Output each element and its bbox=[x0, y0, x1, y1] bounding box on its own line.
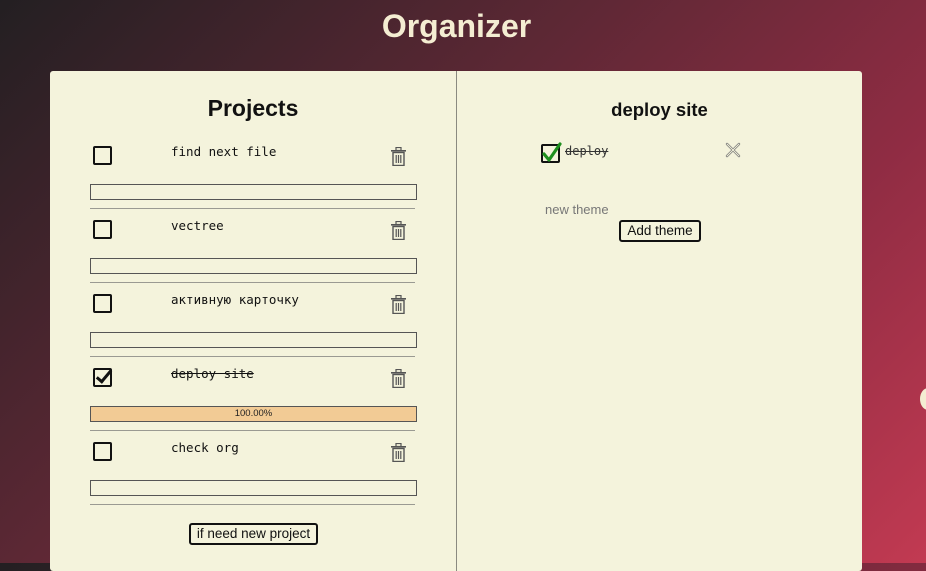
project-separator bbox=[90, 504, 415, 505]
project-separator bbox=[90, 282, 415, 283]
trash-icon[interactable] bbox=[390, 295, 407, 314]
add-theme-button[interactable]: Add theme bbox=[619, 220, 701, 242]
project-progress-bar bbox=[90, 258, 417, 274]
progress-label: 100.00% bbox=[234, 408, 273, 419]
project-separator bbox=[90, 430, 415, 431]
project-checkbox[interactable] bbox=[93, 220, 112, 239]
main-panel: Projects find next file vectree активную… bbox=[50, 71, 862, 571]
project-progress-bar bbox=[90, 184, 417, 200]
project-item: find next file bbox=[90, 144, 417, 220]
project-name[interactable]: deploy site bbox=[171, 366, 254, 381]
trash-icon[interactable] bbox=[390, 221, 407, 240]
project-item: check org bbox=[90, 440, 417, 516]
detail-title: deploy site bbox=[611, 99, 708, 120]
project-progress-bar bbox=[90, 480, 417, 496]
project-item: deploy site 100.00% bbox=[90, 366, 417, 442]
trash-icon[interactable] bbox=[390, 443, 407, 462]
checkmark-icon bbox=[542, 142, 562, 162]
project-name[interactable]: vectree bbox=[171, 218, 224, 233]
projects-title: Projects bbox=[207, 95, 299, 121]
project-checkbox[interactable] bbox=[93, 368, 112, 387]
trash-icon[interactable] bbox=[390, 369, 407, 388]
project-name[interactable]: активную карточку bbox=[171, 292, 299, 307]
project-checkbox[interactable] bbox=[93, 442, 112, 461]
project-checkbox[interactable] bbox=[93, 294, 112, 313]
trash-icon[interactable] bbox=[390, 147, 407, 166]
project-item: vectree bbox=[90, 218, 417, 294]
project-name[interactable]: find next file bbox=[171, 144, 276, 159]
project-separator bbox=[90, 208, 415, 209]
edge-handle[interactable] bbox=[920, 388, 926, 410]
theme-text[interactable]: deploy bbox=[565, 144, 608, 158]
project-progress-bar bbox=[90, 332, 417, 348]
theme-checkbox[interactable] bbox=[541, 142, 562, 163]
project-separator bbox=[90, 356, 415, 357]
project-item: активную карточку bbox=[90, 292, 417, 368]
project-progress-bar: 100.00% bbox=[90, 406, 417, 422]
close-icon[interactable] bbox=[724, 141, 742, 159]
panel-divider bbox=[456, 71, 457, 571]
project-checkbox[interactable] bbox=[93, 146, 112, 165]
app-title: Organizer bbox=[381, 8, 532, 44]
project-name[interactable]: check org bbox=[171, 440, 239, 455]
new-project-button[interactable]: if need new project bbox=[189, 523, 318, 545]
new-theme-input[interactable] bbox=[540, 200, 700, 218]
